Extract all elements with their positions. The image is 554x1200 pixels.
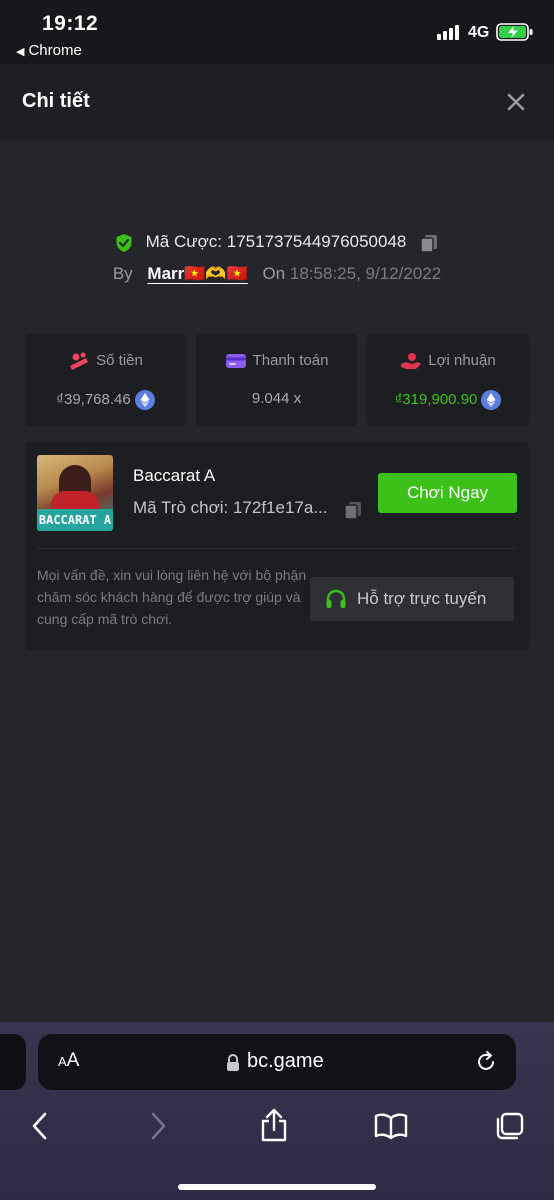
stat-payout-value: 9.044 x [251,390,302,407]
forward-arrow-icon[interactable] [146,1106,170,1146]
game-id-value: 172f1e17a... [232,498,328,517]
share-icon[interactable] [258,1106,290,1146]
user-link[interactable]: Marr🇻🇳🫶🇻🇳 [147,264,247,283]
stat-profit-label: Lợi nhuận [428,352,496,369]
close-icon[interactable] [502,88,530,116]
status-bar: 19:12 ◀ Chrome 4G [0,0,554,64]
stat-amount-value: ₫39,768.46 [56,390,131,408]
headphones-icon [326,589,346,608]
bet-datetime: 18:58:25, 9/12/2022 [289,264,442,283]
on-label: On [262,264,286,283]
network-label: 4G [468,24,490,41]
stat-payout-label: Thanh toán [252,352,329,369]
bookmarks-icon[interactable] [373,1106,409,1146]
live-support-label: Hỗ trợ trực tuyến [357,589,487,608]
help-text: Mọi vấn đề, xin vui lòng liên hệ với bộ … [37,567,307,627]
back-triangle-icon: ◀ [16,46,25,58]
previous-tab-preview[interactable] [0,1034,26,1090]
shield-check-icon [116,233,132,252]
stat-amount: Số tiền ₫39,768.46 [25,334,186,426]
home-indicator[interactable] [178,1184,376,1190]
thumbnail-label: BACCARAT A [37,509,113,531]
stat-payout: Thanh toán 9.044 x [196,334,357,426]
eth-icon [481,390,502,410]
stat-profit: Lợi nhuận ₫319,900.90 [367,334,529,426]
bet-author-line: By Marr🇻🇳🫶🇻🇳 On 18:58:25, 9/12/2022 [0,264,554,284]
game-id-line: Mã Trò chơi: 172f1e17a... [133,498,328,518]
play-now-button[interactable]: Chơi Ngay [378,473,517,513]
game-name: Baccarat A [133,466,216,485]
url-text: bc.game [247,1050,324,1072]
bet-id-value: 1751737544976050048 [226,232,407,251]
reader-settings-button[interactable]: AA [58,1050,79,1072]
game-card: BACCARAT A Baccarat A Mã Trò chơi: 172f1… [25,442,529,650]
eth-icon [134,390,155,410]
bet-id-label: Mã Cược: [145,232,222,251]
copy-icon[interactable] [343,500,363,520]
tabs-icon[interactable] [492,1106,526,1146]
card-icon [225,354,246,369]
stat-profit-value: ₫319,900.90 [394,390,478,408]
profit-hand-icon [401,353,422,370]
game-thumbnail[interactable]: BACCARAT A [37,455,113,531]
by-label: By [112,264,133,283]
divider [37,548,517,549]
live-support-button[interactable]: Hỗ trợ trực tuyến [310,577,514,621]
bet-amount-icon [70,352,89,371]
page-title: Chi tiết [22,90,90,112]
lock-icon [227,1054,239,1071]
bet-id-line: Mã Cược: 1751737544976050048 [0,232,554,253]
copy-icon[interactable] [419,233,439,253]
back-to-app-link[interactable]: ◀ Chrome [16,42,82,59]
address-bar[interactable]: AA bc.game [38,1034,516,1090]
signal-icon [437,25,459,40]
battery-icon [496,23,533,41]
status-time: 19:12 [42,12,99,35]
back-arrow-icon[interactable] [28,1106,52,1146]
game-id-label: Mã Trò chơi: [133,498,229,517]
stat-amount-label: Số tiền [96,352,143,369]
reload-icon[interactable] [474,1050,498,1074]
back-app-label: Chrome [28,42,82,59]
detail-header: Chi tiết [0,64,554,140]
